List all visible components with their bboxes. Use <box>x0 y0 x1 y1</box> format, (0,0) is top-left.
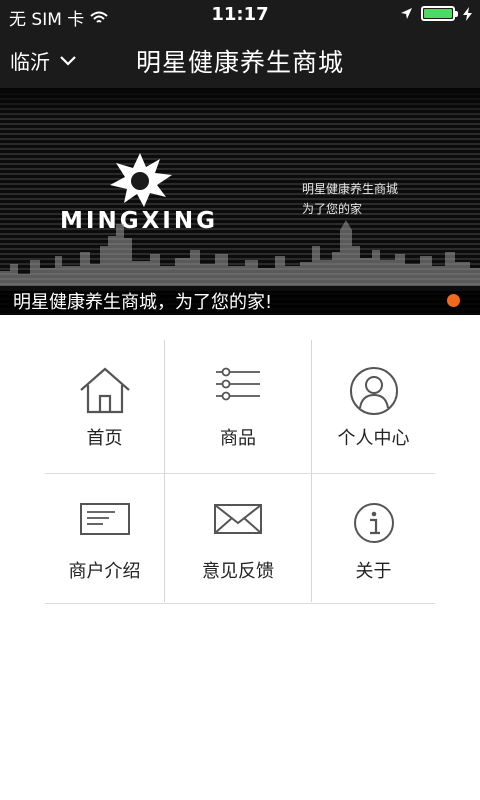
menu-item-merchant-intro[interactable]: 商户介绍 <box>45 474 164 605</box>
banner-tagline-1: 明星健康养生商城 <box>302 182 399 196</box>
menu-label: 个人中心 <box>337 428 410 449</box>
location-arrow-icon <box>401 8 412 19</box>
user-icon <box>349 367 398 415</box>
page-title: 明星健康养生商城 <box>135 48 344 77</box>
status-bar: 无 SIM 卡 11:17 <box>0 0 480 30</box>
info-icon <box>353 503 394 543</box>
card-icon <box>79 503 130 535</box>
banner-shade <box>0 88 480 118</box>
battery-icon <box>421 6 458 21</box>
menu-item-home[interactable]: 首页 <box>45 340 164 471</box>
city-skyline-image <box>0 220 480 291</box>
charging-icon <box>463 6 472 21</box>
menu-item-feedback[interactable]: 意见反馈 <box>165 474 311 605</box>
menu-label: 意见反馈 <box>202 561 274 582</box>
main-menu-grid: 首页 商品 个人中心 商户介绍 意见反馈 关于 <box>45 340 435 605</box>
list-icon <box>216 367 260 401</box>
starburst-logo-icon <box>110 153 172 207</box>
menu-item-about[interactable]: 关于 <box>312 474 435 605</box>
menu-label: 商户介绍 <box>68 561 141 582</box>
menu-label: 首页 <box>86 428 123 449</box>
home-icon <box>79 367 130 414</box>
banner-caption-bar: 明星健康养生商城，为了您的家! <box>0 286 480 315</box>
battery-level <box>424 9 452 18</box>
menu-label: 商品 <box>220 428 256 449</box>
mail-icon <box>214 504 262 534</box>
banner-caption: 明星健康养生商城，为了您的家! <box>13 292 273 313</box>
menu-item-profile[interactable]: 个人中心 <box>312 340 435 471</box>
carousel-indicator-dot[interactable] <box>447 294 460 307</box>
banner-tagline-2: 为了您的家 <box>302 202 363 216</box>
nav-bar: 临沂 明星健康养生商城 <box>0 30 480 88</box>
banner-carousel[interactable]: MINGXING 明星健康养生商城 为了您的家 明星健康养生商城，为了您的家! <box>0 88 480 315</box>
menu-item-products[interactable]: 商品 <box>165 340 311 471</box>
status-right <box>400 6 472 21</box>
menu-label: 关于 <box>355 561 392 582</box>
